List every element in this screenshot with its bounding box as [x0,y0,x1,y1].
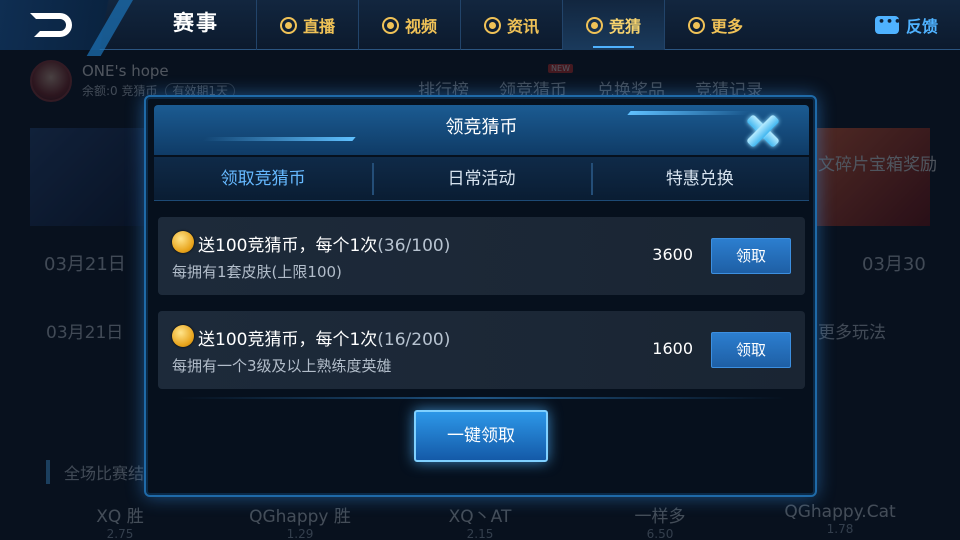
top-bar: 赛事 直播 视频 资讯 竞猜 更多 反馈 [0,0,960,56]
reward-title: 送100竞猜币，每个1次(16/200) [198,330,451,350]
nav-live[interactable]: 直播 [256,0,358,50]
coin-icon [172,231,194,253]
decorative-glow [176,397,786,399]
reward-progress: (16/200) [377,330,451,350]
claim-button[interactable]: 领取 [711,238,791,274]
chat-icon [874,15,902,34]
dialog-title: 领竞猜币 [445,117,518,138]
coin-icon [172,325,194,347]
nav-quiz[interactable]: 竞猜 [562,0,664,50]
close-icon[interactable] [742,111,784,151]
reward-row: 送100竞猜币，每个1次(36/100) 每拥有1套皮肤(上限100) 3600… [158,217,805,295]
claim-coins-dialog: 领竞猜币 领取竞猜币 日常活动 特惠兑换 送100竞猜币，每个1次(36/100… [144,95,817,497]
reward-progress: (36/100) [377,236,451,256]
nav-news[interactable]: 资讯 [460,0,562,50]
tab-daily-activity[interactable]: 日常活动 [372,157,590,200]
reward-list: 送100竞猜币，每个1次(36/100) 每拥有1套皮肤(上限100) 3600… [158,217,805,405]
reward-row: 送100竞猜币，每个1次(16/200) 每拥有一个3级及以上熟练度英雄 160… [158,311,805,389]
screen: { "topbar": { "title": "赛事", "nav": [ {"… [0,0,960,540]
reward-description: 每拥有一个3级及以上熟练度英雄 [172,357,392,375]
nav-more[interactable]: 更多 [664,0,766,50]
claim-all-button[interactable]: 一键领取 [414,410,548,462]
nav-video[interactable]: 视频 [358,0,460,50]
reward-description: 每拥有1套皮肤(上限100) [172,263,342,281]
feedback-label: 反馈 [905,17,938,36]
feedback-button[interactable]: 反馈 [874,0,938,50]
claim-button[interactable]: 领取 [711,332,791,368]
tab-special-exchange[interactable]: 特惠兑换 [590,157,809,200]
page-title: 赛事 [173,11,219,35]
reward-amount: 1600 [652,339,693,358]
news-icon [483,16,501,34]
live-icon [279,16,297,34]
dialog-tabs: 领取竞猜币 日常活动 特惠兑换 [154,157,809,201]
video-icon [381,16,399,34]
tab-claim-coins[interactable]: 领取竞猜币 [154,157,372,200]
quiz-icon [585,16,603,34]
reward-title: 送100竞猜币，每个1次(36/100) [198,236,451,256]
dialog-header: 领竞猜币 [154,105,809,155]
back-arrow-icon [30,13,72,37]
reward-amount: 3600 [652,245,693,264]
top-nav: 直播 视频 资讯 竞猜 更多 [256,0,766,50]
more-icon [687,16,705,34]
